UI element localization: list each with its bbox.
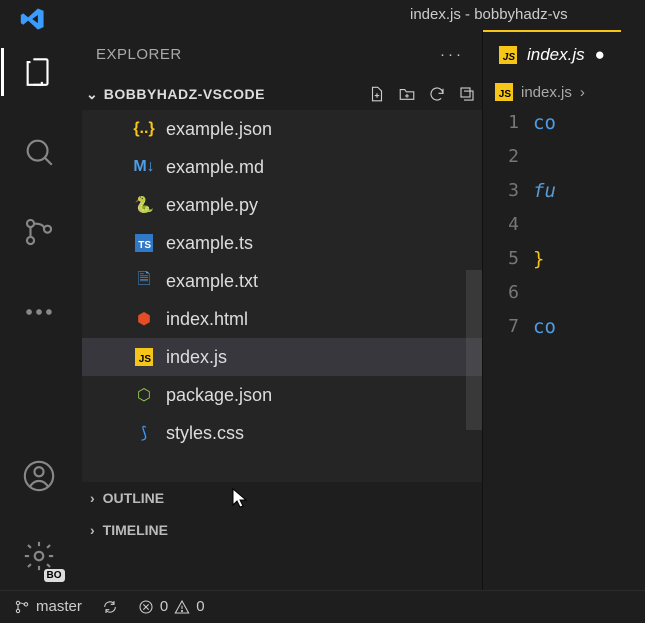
activity-source-control-icon[interactable] bbox=[15, 208, 63, 256]
file-name: index.js bbox=[166, 347, 227, 368]
outline-section[interactable]: › OUTLINE bbox=[78, 482, 482, 514]
line-number: 5 bbox=[483, 242, 519, 276]
status-bar: master 0 0 bbox=[0, 590, 645, 622]
code-token: co bbox=[533, 316, 556, 338]
file-name: example.py bbox=[166, 195, 258, 216]
code-token: fu bbox=[533, 180, 556, 202]
line-number: 4 bbox=[483, 208, 519, 242]
status-sync[interactable] bbox=[102, 599, 118, 615]
line-number: 2 bbox=[483, 140, 519, 174]
warning-count: 0 bbox=[196, 598, 204, 615]
warning-icon bbox=[174, 599, 190, 615]
section-label: OUTLINE bbox=[103, 490, 164, 506]
branch-icon bbox=[14, 599, 30, 615]
code-token: } bbox=[533, 248, 544, 270]
json-icon: {..} bbox=[134, 120, 154, 138]
text-file-icon: 🗎 bbox=[134, 268, 154, 295]
folder-root[interactable]: ⌄ BOBBYHADZ-VSCODE bbox=[78, 78, 482, 110]
chevron-right-icon: › bbox=[90, 490, 95, 506]
editor-area: JS index.js ● JS index.js › 1 2 3 4 5 6 … bbox=[483, 30, 645, 590]
file-list: {..} example.json М↓ example.md 🐍 exampl… bbox=[82, 110, 482, 482]
vscode-logo bbox=[20, 6, 46, 36]
activity-settings-icon[interactable]: BO bbox=[15, 532, 63, 580]
timeline-section[interactable]: › TIMELINE bbox=[78, 514, 482, 546]
file-name: package.json bbox=[166, 385, 272, 406]
folder-actions bbox=[368, 85, 476, 103]
file-row[interactable]: JS index.js bbox=[82, 338, 482, 376]
collapse-all-icon[interactable] bbox=[458, 85, 476, 103]
line-number: 6 bbox=[483, 276, 519, 310]
typescript-icon: TS bbox=[134, 234, 154, 252]
error-icon bbox=[138, 599, 154, 615]
file-row[interactable]: М↓ example.md bbox=[82, 148, 482, 186]
chevron-right-icon: › bbox=[90, 522, 95, 538]
explorer-header: EXPLORER ··· bbox=[78, 30, 482, 78]
tab-label: index.js bbox=[527, 45, 585, 65]
file-name: example.json bbox=[166, 119, 272, 140]
html-icon: ⬢ bbox=[134, 309, 154, 329]
editor-tab-bar: JS index.js ● bbox=[483, 30, 645, 78]
file-row[interactable]: ⬢ index.html bbox=[82, 300, 482, 338]
file-name: index.html bbox=[166, 309, 248, 330]
status-problems[interactable]: 0 0 bbox=[138, 598, 205, 615]
file-name: example.md bbox=[166, 157, 264, 178]
explorer-title: EXPLORER bbox=[96, 46, 182, 63]
section-label: TIMELINE bbox=[103, 522, 168, 538]
node-icon: ⬡ bbox=[134, 385, 154, 405]
file-row[interactable]: {..} example.json bbox=[82, 110, 482, 148]
new-file-icon[interactable] bbox=[368, 85, 386, 103]
line-number: 7 bbox=[483, 310, 519, 344]
window-title-bar: index.js - bobbyhadz-vs bbox=[0, 0, 645, 30]
scrollbar[interactable] bbox=[466, 270, 482, 430]
file-row[interactable]: ⟆ styles.css bbox=[82, 414, 482, 452]
markdown-icon: М↓ bbox=[134, 158, 154, 176]
css-icon: ⟆ bbox=[134, 423, 154, 443]
error-count: 0 bbox=[160, 598, 168, 615]
file-row[interactable]: TS example.ts bbox=[82, 224, 482, 262]
chevron-down-icon: ⌄ bbox=[86, 86, 98, 103]
window-title: index.js - bobbyhadz-vs bbox=[410, 6, 568, 23]
settings-badge: BO bbox=[44, 569, 65, 582]
javascript-icon: JS bbox=[495, 83, 513, 101]
activity-explorer-icon[interactable] bbox=[15, 48, 63, 96]
activity-accounts-icon[interactable] bbox=[15, 452, 63, 500]
refresh-icon[interactable] bbox=[428, 85, 446, 103]
file-row[interactable]: ⬡ package.json bbox=[82, 376, 482, 414]
editor-body[interactable]: 1 2 3 4 5 6 7 co fu } co bbox=[483, 106, 645, 344]
activity-more-icon[interactable] bbox=[15, 288, 63, 336]
activity-search-icon[interactable] bbox=[15, 128, 63, 176]
line-number: 1 bbox=[483, 106, 519, 140]
file-row[interactable]: 🗎 example.txt bbox=[82, 262, 482, 300]
line-number: 3 bbox=[483, 174, 519, 208]
status-branch[interactable]: master bbox=[14, 598, 82, 615]
python-icon: 🐍 bbox=[134, 195, 154, 215]
tab-dirty-dot: ● bbox=[595, 45, 605, 65]
sync-icon bbox=[102, 599, 118, 615]
activity-bar: BO bbox=[0, 30, 78, 590]
javascript-icon: JS bbox=[499, 45, 517, 65]
new-folder-icon[interactable] bbox=[398, 85, 416, 103]
breadcrumb-label: index.js bbox=[521, 84, 572, 101]
javascript-icon: JS bbox=[134, 348, 154, 366]
code-content[interactable]: co fu } co bbox=[533, 106, 645, 344]
code-token: co bbox=[533, 112, 556, 134]
file-name: example.ts bbox=[166, 233, 253, 254]
chevron-right-icon: › bbox=[580, 84, 585, 101]
cursor-icon bbox=[232, 488, 250, 513]
file-name: example.txt bbox=[166, 271, 258, 292]
line-gutter: 1 2 3 4 5 6 7 bbox=[483, 106, 533, 344]
editor-tab[interactable]: JS index.js ● bbox=[483, 30, 621, 78]
breadcrumb[interactable]: JS index.js › bbox=[483, 78, 645, 106]
file-row[interactable]: 🐍 example.py bbox=[82, 186, 482, 224]
explorer-more-icon[interactable]: ··· bbox=[440, 46, 464, 63]
branch-name: master bbox=[36, 598, 82, 615]
file-name: styles.css bbox=[166, 423, 244, 444]
folder-name: BOBBYHADZ-VSCODE bbox=[104, 86, 265, 102]
explorer-sidebar: EXPLORER ··· ⌄ BOBBYHADZ-VSCODE {..} exa… bbox=[78, 30, 483, 590]
